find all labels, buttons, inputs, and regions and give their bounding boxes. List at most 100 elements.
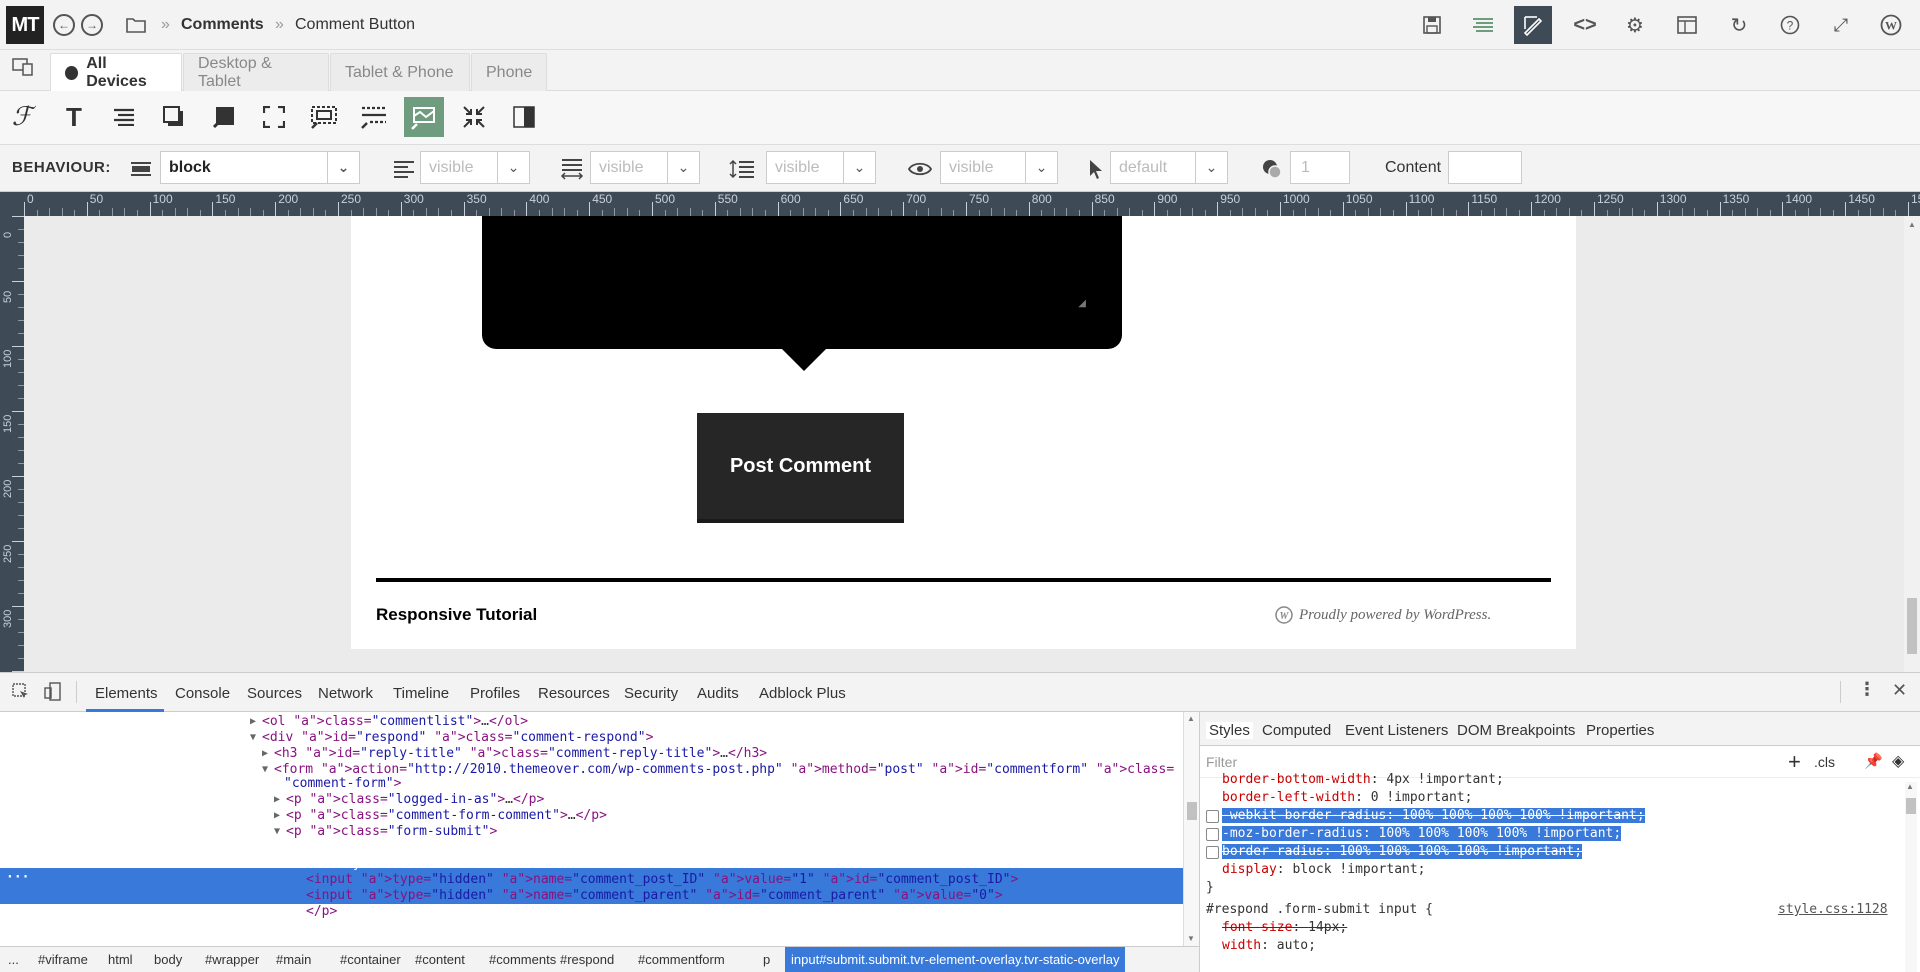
expand-toggle-icon[interactable]: ▶ [274, 792, 280, 808]
scroll-up-icon[interactable]: ▲ [1906, 782, 1914, 791]
chevron-down-icon[interactable]: ⌄ [497, 152, 529, 183]
undo-history-icon[interactable]: ↻ [1724, 10, 1754, 40]
resize-handle-icon[interactable]: ◢ [1078, 298, 1086, 309]
dom-node-line[interactable]: ▶ <p "a">class="logged-in-as">…</p> [274, 792, 544, 808]
style-declaration[interactable]: font-size: 14px; [1222, 920, 1347, 936]
expand-toggle-icon[interactable]: ▶ [274, 808, 280, 824]
wordpress-icon[interactable]: W [1876, 10, 1906, 40]
expand-toggle-icon[interactable]: ▶ [262, 746, 268, 762]
tab-console[interactable]: Console [175, 685, 230, 702]
expand-toggle-icon[interactable]: ▼ [274, 824, 280, 840]
dom-node-line[interactable]: <input "a">type="hidden" "a">name="comme… [306, 888, 1003, 904]
chevron-down-icon[interactable]: ⌄ [1195, 152, 1227, 183]
breadcrumb-item[interactable]: body [154, 952, 182, 967]
position-icon[interactable] [454, 97, 494, 137]
text-icon[interactable]: T [54, 97, 94, 137]
layers-icon[interactable] [1468, 10, 1498, 40]
inspect-icon[interactable] [12, 683, 30, 704]
more-menu-icon[interactable]: ⋮ [1858, 679, 1876, 700]
tab-security[interactable]: Security [624, 685, 678, 702]
overflow-y-select[interactable]: visible ⌄ [766, 151, 876, 184]
dimensions-icon[interactable] [254, 97, 294, 137]
tab-timeline[interactable]: Timeline [393, 685, 449, 702]
breadcrumb-item[interactable]: #respond [560, 952, 614, 967]
cursor-select[interactable]: default ⌄ [1110, 151, 1228, 184]
content-input[interactable] [1448, 151, 1522, 184]
responsive-icon[interactable] [12, 58, 34, 81]
toggle-classes-button[interactable]: .cls [1814, 754, 1835, 770]
tab-event-listeners[interactable]: Event Listeners [1345, 722, 1448, 739]
style-declaration[interactable]: display: block !important; [1222, 862, 1426, 878]
tab-resources[interactable]: Resources [538, 685, 610, 702]
powered-by[interactable]: W Proudly powered by WordPress. [1275, 606, 1491, 624]
overflow-x-select[interactable]: visible ⌄ [590, 151, 700, 184]
edit-mode-icon[interactable] [1514, 6, 1552, 44]
dom-node-line[interactable]: </p> [306, 904, 337, 920]
breadcrumb-item[interactable]: #container [340, 952, 401, 967]
save-icon[interactable] [1417, 10, 1447, 40]
expand-toggle-icon[interactable]: ▶ [250, 714, 256, 730]
declaration-checkbox[interactable] [1206, 846, 1219, 859]
display-select[interactable]: block ⌄ [160, 151, 360, 184]
breadcrumb-item[interactable]: #main [276, 952, 311, 967]
breadcrumb-parent[interactable]: Comments [181, 16, 264, 34]
scroll-up-icon[interactable]: ▲ [1187, 714, 1195, 723]
declaration-checkbox[interactable] [1206, 810, 1219, 823]
help-icon[interactable]: ? [1775, 10, 1805, 40]
selected-declaration[interactable]: -webkit-border-radius: 100% 100% 100% 10… [1222, 808, 1645, 824]
selected-dom-node[interactable]: overlay" value="Post Comment"> [306, 856, 541, 872]
style-declaration[interactable]: border-bottom-width: 4px !important; [1222, 772, 1504, 788]
folder-icon[interactable] [121, 10, 151, 40]
behaviour-icon[interactable] [404, 97, 444, 137]
style-declaration[interactable]: border-left-width: 0 !important; [1222, 790, 1472, 806]
settings-icon[interactable]: ⚙ [1620, 10, 1650, 40]
chevron-down-icon[interactable]: ⌄ [327, 152, 359, 183]
breadcrumb-item[interactable]: ... [8, 952, 19, 967]
tab-phone[interactable]: Phone [471, 53, 547, 91]
tab-desktop-tablet[interactable]: Desktop & Tablet [183, 53, 329, 91]
forward-icon[interactable]: → [81, 14, 103, 36]
fullscreen-icon[interactable]: ⤢ [1826, 10, 1856, 40]
list-icon[interactable] [104, 97, 144, 137]
shadow-icon[interactable] [154, 97, 194, 137]
chevron-down-icon[interactable]: ⌄ [667, 152, 699, 183]
scroll-down-icon[interactable]: ▼ [1187, 934, 1195, 943]
breadcrumb-item[interactable]: #wrapper [205, 952, 259, 967]
dom-node-line[interactable]: ▼ <form "a">action="http://2010.themeover… [262, 762, 1174, 778]
scroll-up-icon[interactable]: ▲ [1908, 220, 1916, 229]
scrollbar-thumb[interactable] [1907, 598, 1917, 654]
add-rule-icon[interactable]: + [1788, 749, 1801, 775]
dom-node-line[interactable]: <input "a">type="hidden" "a">name="comme… [306, 872, 1018, 888]
expand-toggle-icon[interactable]: ▼ [250, 730, 256, 746]
breadcrumb-item[interactable]: #comments [489, 952, 556, 967]
breadcrumb-item-active[interactable]: input#submit.submit.tvr-element-overlay.… [785, 947, 1126, 972]
breadcrumb-item[interactable]: #commentform [638, 952, 725, 967]
selected-dom-node[interactable]: <input name="submit" type="submit" id="s… [306, 840, 1026, 856]
tab-audits[interactable]: Audits [697, 685, 739, 702]
dom-node-line[interactable]: ▶ <p "a">class="comment-form-comment">…</… [274, 808, 607, 824]
back-icon[interactable]: ← [53, 14, 75, 36]
tab-network[interactable]: Network [318, 685, 373, 702]
elements-tree[interactable]: ··· ▶ <ol "a">class="commentlist">…</ol> ▼… [0, 712, 1183, 946]
opacity-visibility-select[interactable]: visible ⌄ [940, 151, 1058, 184]
breadcrumb-item[interactable]: #content [415, 952, 465, 967]
declaration-checkbox[interactable] [1206, 828, 1219, 841]
tab-adblock-plus[interactable]: Adblock Plus [759, 685, 846, 702]
element-state-icon[interactable]: ◈ [1892, 751, 1904, 771]
visibility-select[interactable]: visible ⌄ [420, 151, 530, 184]
font-icon[interactable]: ℱ [2, 97, 42, 137]
pin-icon[interactable]: 📌 [1864, 752, 1883, 770]
breadcrumb-item[interactable]: html [108, 952, 133, 967]
tab-profiles[interactable]: Profiles [470, 685, 520, 702]
stylesheet-link[interactable]: style.css:1128 [1778, 902, 1888, 918]
chevron-down-icon[interactable]: ⌄ [1025, 152, 1057, 183]
breadcrumb-item[interactable]: p [763, 952, 770, 967]
comment-textarea[interactable]: ◢ [482, 216, 1122, 349]
elements-scrollbar[interactable]: ▲ ▼ [1183, 712, 1199, 946]
tab-sources[interactable]: Sources [247, 685, 302, 702]
scrollbar-thumb[interactable] [1187, 802, 1197, 820]
scrollbar-thumb[interactable] [1906, 798, 1916, 814]
dom-node-line[interactable]: "comment-form"> [284, 776, 401, 792]
post-comment-button[interactable]: Post Comment [697, 413, 904, 523]
dom-node-line[interactable]: ▼ <p "a">class="form-submit"> [274, 824, 497, 840]
